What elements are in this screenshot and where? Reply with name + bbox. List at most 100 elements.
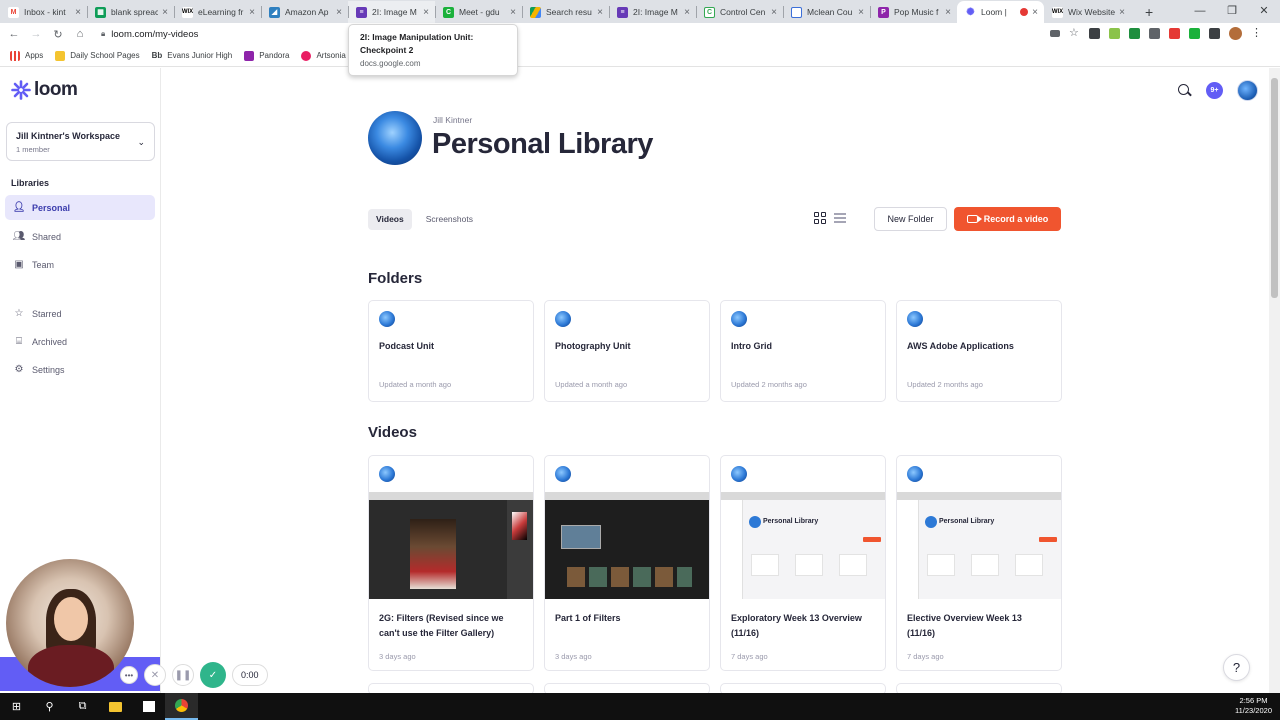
sidebar-item-team[interactable]: ▣ Team — [5, 252, 155, 277]
extension-tools-icon[interactable] — [1089, 28, 1100, 39]
extension-screencast-icon[interactable] — [1129, 28, 1140, 39]
page-title: Personal Library — [432, 128, 653, 160]
extension-green-icon[interactable] — [1189, 28, 1200, 39]
close-tab-icon[interactable]: × — [597, 7, 603, 18]
folder-card[interactable]: Intro Grid Updated 2 months ago — [720, 300, 886, 402]
search-icon[interactable]: ⚲ — [33, 693, 66, 720]
extension-screenshot-icon[interactable] — [1149, 28, 1160, 39]
close-window-icon[interactable]: ✕ — [1248, 0, 1280, 22]
notifications-badge[interactable]: 9+ — [1206, 82, 1223, 99]
browser-tab-active[interactable]: ✺ Loom | × — [957, 1, 1044, 23]
close-tab-icon[interactable]: × — [162, 7, 168, 18]
sidebar-item-personal[interactable]: 👤︎ Personal — [5, 195, 155, 220]
video-card[interactable]: Personal Library Exploratory Week 13 Ove… — [720, 455, 886, 671]
camera-icon[interactable] — [1050, 30, 1060, 37]
bookmark-artsonia[interactable]: Artsonia — [301, 50, 346, 61]
page-scrollbar[interactable] — [1269, 68, 1280, 693]
folder-card[interactable]: AWS Adobe Applications Updated 2 months … — [896, 300, 1062, 402]
browser-tab[interactable]: WIX eLearning fr × — [174, 1, 261, 23]
home-icon[interactable]: ⌂ — [69, 28, 91, 40]
loom-logo[interactable]: loom — [11, 79, 78, 101]
close-tab-icon[interactable]: × — [1032, 7, 1038, 18]
webcam-bubble[interactable] — [6, 559, 134, 687]
browser-tab[interactable]: C Control Cen × — [696, 1, 783, 23]
close-tab-icon[interactable]: × — [684, 7, 690, 18]
close-tab-icon[interactable]: × — [510, 7, 516, 18]
pause-recording-button[interactable]: ❚❚ — [172, 664, 194, 686]
new-tab-icon[interactable]: + — [1145, 4, 1153, 20]
star-bookmark-icon[interactable]: ☆ — [1069, 28, 1080, 39]
workspace-switcher[interactable]: Jill Kintner's Workspace 1 member ⌄ — [6, 122, 155, 161]
forward-icon[interactable]: → — [25, 28, 47, 40]
close-tab-icon[interactable]: × — [423, 7, 429, 18]
close-tab-icon[interactable]: × — [249, 7, 255, 18]
video-thumbnail[interactable] — [369, 492, 533, 599]
video-thumbnail[interactable] — [545, 492, 709, 599]
menu-dots-icon[interactable]: ⋮ — [1251, 28, 1262, 39]
video-card[interactable]: Personal Library Elective Overview Week … — [896, 455, 1062, 671]
close-tab-icon[interactable]: × — [771, 7, 777, 18]
restore-icon[interactable]: ❐ — [1216, 0, 1248, 22]
browser-tab[interactable]: ≡ 2I: Image M × — [348, 1, 435, 23]
view-toggle — [814, 212, 846, 224]
close-tab-icon[interactable]: × — [336, 7, 342, 18]
bookmark-folder[interactable]: Daily School Pages — [55, 50, 140, 61]
video-owner-avatar — [555, 466, 571, 482]
more-options-icon[interactable]: ••• — [120, 666, 138, 684]
close-tab-icon[interactable]: × — [1119, 7, 1125, 18]
user-avatar[interactable] — [1237, 80, 1258, 101]
video-thumbnail[interactable]: Personal Library — [897, 492, 1061, 599]
browser-tab[interactable]: WIX Wix Website × — [1044, 1, 1131, 23]
sidebar-item-archived[interactable]: ⌸ Archived — [5, 329, 155, 354]
grid-view-icon[interactable] — [814, 212, 826, 224]
sidebar-item-shared[interactable]: 👥︎ Shared — [5, 224, 155, 249]
browser-tab[interactable]: P Pop Music f × — [870, 1, 957, 23]
browser-tab[interactable]: Search resu × — [522, 1, 609, 23]
windows-start-icon[interactable]: ⊞ — [0, 693, 33, 720]
address-bar[interactable]: 🔒︎ loom.com/my-videos — [93, 25, 1050, 43]
task-view-icon[interactable]: ⧉ — [66, 693, 99, 720]
store-icon[interactable] — [132, 693, 165, 720]
cancel-recording-button[interactable]: ✕ — [144, 664, 166, 686]
sidebar-item-settings[interactable]: ⚙ Settings — [5, 357, 155, 382]
new-folder-button[interactable]: New Folder — [874, 207, 947, 231]
browser-tab[interactable]: ◢ Amazon Ap × — [261, 1, 348, 23]
scrollbar-thumb[interactable] — [1271, 78, 1278, 298]
folder-card[interactable]: Photography Unit Updated a month ago — [544, 300, 710, 402]
calendar-icon — [791, 6, 802, 18]
video-card[interactable]: 2G: Filters (Revised since we can't use … — [368, 455, 534, 671]
close-tab-icon[interactable]: × — [945, 7, 951, 18]
extension-loom-icon[interactable] — [1169, 28, 1180, 39]
reload-icon[interactable]: ↻ — [47, 28, 69, 41]
help-button[interactable]: ? — [1223, 654, 1250, 681]
video-thumbnail[interactable]: Personal Library — [721, 492, 885, 599]
tab-videos[interactable]: Videos — [368, 209, 412, 230]
sidebar-item-starred[interactable]: ☆ Starred — [5, 301, 155, 326]
minimize-icon[interactable]: — — [1184, 0, 1216, 22]
video-card[interactable]: Part 1 of Filters 3 days ago — [544, 455, 710, 671]
browser-tab[interactable]: C Meet - gdu × — [435, 1, 522, 23]
bookmark-apps[interactable]: Apps — [10, 50, 43, 61]
folder-card[interactable]: Podcast Unit Updated a month ago — [368, 300, 534, 402]
extensions-puzzle-icon[interactable] — [1209, 28, 1220, 39]
finish-recording-button[interactable]: ✓ — [200, 662, 226, 688]
search-icon[interactable] — [1177, 83, 1192, 98]
browser-tab[interactable]: ≡ 2I: Image M × — [609, 1, 696, 23]
browser-tab[interactable]: Mclean Cou × — [783, 1, 870, 23]
back-icon[interactable]: ← — [3, 28, 25, 40]
file-explorer-icon[interactable] — [99, 693, 132, 720]
forms-icon: ≡ — [356, 6, 367, 18]
tab-screenshots[interactable]: Screenshots — [418, 209, 481, 230]
system-clock[interactable]: 2:56 PM 11/23/2020 — [1235, 696, 1272, 716]
close-tab-icon[interactable]: × — [858, 7, 864, 18]
close-tab-icon[interactable]: × — [75, 7, 81, 18]
browser-tab[interactable]: M Inbox - kint × — [0, 1, 87, 23]
list-view-icon[interactable] — [834, 212, 846, 224]
profile-avatar[interactable] — [1229, 27, 1242, 40]
bookmark-blackboard[interactable]: Bb Evans Junior High — [152, 51, 233, 61]
chrome-icon[interactable] — [165, 693, 198, 720]
browser-tab[interactable]: ▦ blank spreac × — [87, 1, 174, 23]
extension-edit-icon[interactable] — [1109, 28, 1120, 39]
record-video-button[interactable]: Record a video — [954, 207, 1061, 231]
bookmark-pandora[interactable]: Pandora — [244, 50, 289, 61]
